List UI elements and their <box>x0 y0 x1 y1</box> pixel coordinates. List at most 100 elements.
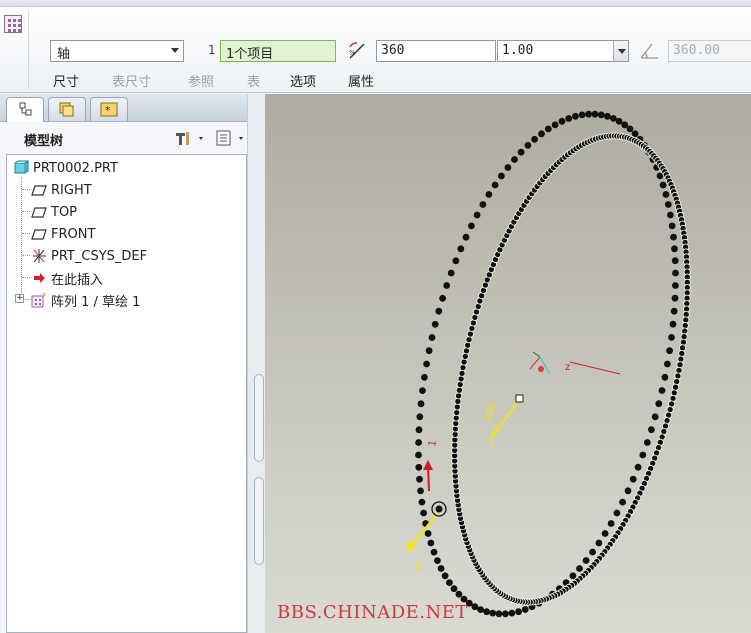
drag-handle[interactable] <box>515 394 524 403</box>
pattern-dot <box>464 341 472 349</box>
pattern-dot <box>450 585 458 593</box>
tree-item-front[interactable]: FRONT <box>31 224 95 244</box>
pattern-dot <box>419 387 426 394</box>
dim-label-360: 360 <box>482 401 499 423</box>
tab-folder-browser[interactable] <box>48 97 86 121</box>
csys-icon <box>31 248 47 264</box>
chevron-down-icon <box>171 48 179 53</box>
tab-model-tree[interactable] <box>6 97 44 122</box>
pattern-dot <box>423 360 430 368</box>
pattern-dot <box>483 608 490 616</box>
pattern-dot <box>515 608 522 616</box>
splitter-grip-upper[interactable] <box>254 374 264 462</box>
pattern-dot <box>431 320 439 328</box>
favorites-icon: * <box>100 102 118 117</box>
pattern-dashboard: 轴 1 1个项目 % 360 1.00 360.00 尺寸 表尺寸 参照 表 选… <box>0 7 751 93</box>
pattern-dot <box>675 366 683 374</box>
pattern-dot <box>659 181 667 189</box>
dim-label-1: 1 <box>427 439 439 447</box>
pattern-dot <box>582 557 590 564</box>
tree-item-part[interactable]: PRT0002.PRT <box>13 158 118 178</box>
pattern-dot <box>455 386 463 394</box>
pattern-dot <box>624 487 632 495</box>
pattern-dot <box>495 610 503 618</box>
pattern-dot <box>670 389 678 397</box>
pattern-dot <box>676 361 684 369</box>
pattern-dot <box>471 603 479 611</box>
pattern-type-select[interactable]: 轴 <box>50 40 184 62</box>
tree-connector <box>22 277 30 278</box>
model-tree-title: 模型树 <box>24 134 64 149</box>
pattern-dot <box>558 117 566 125</box>
tree-item-top[interactable]: TOP <box>31 202 77 222</box>
tree-connector <box>21 177 22 301</box>
pattern-dot <box>458 369 466 377</box>
pattern-dot <box>521 606 529 613</box>
tree-item-csys[interactable]: PRT_CSYS_DEF <box>31 246 147 266</box>
pattern-dot <box>485 191 493 198</box>
pattern-dot <box>671 383 679 391</box>
tree-settings-button[interactable] <box>174 128 208 148</box>
tab-table-dimensions[interactable]: 表尺寸 <box>112 71 151 90</box>
pattern-dot <box>677 355 685 363</box>
pattern-feature-icon <box>4 15 22 33</box>
pattern-dot <box>634 463 642 471</box>
pattern-dot <box>457 245 465 253</box>
insert-arrow-icon <box>31 270 47 286</box>
tree-show-button[interactable] <box>214 128 248 148</box>
dim-label-2: 2 <box>415 560 422 573</box>
model-tree: PRT0002.PRT RIGHT TOP FRONT PRT_CSYS_DEF… <box>6 154 247 633</box>
tab-properties[interactable]: 属性 <box>348 71 374 90</box>
expand-toggle-icon[interactable]: + <box>15 294 24 303</box>
outer-dot-ring <box>415 110 679 618</box>
tree-connector <box>22 211 30 212</box>
angle-increment-input[interactable]: 360 <box>376 40 496 62</box>
splitter-grip-lower[interactable] <box>254 477 264 565</box>
model-viewport[interactable]: z 360 1 2 <box>265 94 751 633</box>
pattern-dot <box>626 125 634 133</box>
pattern-dot <box>479 201 487 208</box>
pattern-dot <box>517 148 525 156</box>
pattern-dot <box>435 307 443 315</box>
quick-access-strip <box>0 0 751 7</box>
axis-reference-collector[interactable]: 1个项目 <box>220 40 336 62</box>
pattern-icon: * <box>31 292 47 308</box>
pattern-dot <box>670 233 677 241</box>
pattern-dot <box>434 557 441 564</box>
svg-text:%: % <box>349 49 356 57</box>
tab-dimensions[interactable]: 尺寸 <box>53 71 79 90</box>
pattern-dot <box>667 211 674 219</box>
tree-item-pattern[interactable]: * 阵列 1 / 草绘 1 <box>31 290 140 310</box>
tab-options[interactable]: 选项 <box>290 71 316 90</box>
pattern-dot <box>679 338 687 346</box>
pattern-dot <box>415 451 422 459</box>
pattern-dot <box>531 135 538 143</box>
tab-references[interactable]: 参照 <box>188 71 214 90</box>
scale-dropdown-button[interactable] <box>613 41 628 61</box>
pattern-dot <box>671 294 679 302</box>
model-tree-header: 模型树 <box>0 122 264 154</box>
pattern-dot <box>589 548 596 556</box>
pattern-dot <box>673 378 681 386</box>
pattern-dot <box>424 530 432 537</box>
tree-item-right[interactable]: RIGHT <box>31 180 92 200</box>
tab-favorites[interactable]: * <box>90 97 128 121</box>
scale-input[interactable]: 1.00 <box>497 40 629 62</box>
pattern-dot <box>662 191 670 198</box>
tab-table[interactable]: 表 <box>247 71 260 90</box>
pattern-dot <box>415 426 423 434</box>
tree-item-label: TOP <box>51 204 78 220</box>
pattern-dot <box>456 380 464 388</box>
tree-item-insert-here[interactable]: 在此插入 <box>31 268 103 288</box>
pattern-dot <box>427 539 435 547</box>
pattern-dot <box>629 475 637 483</box>
tree-item-label: PRT0002.PRT <box>33 160 118 176</box>
graphics-window[interactable]: z 360 1 2 BBS.CHINADE.NET <box>265 94 751 633</box>
pattern-dot <box>604 112 611 120</box>
pattern-dot <box>498 172 505 180</box>
pattern-dot <box>491 181 499 189</box>
pattern-dot <box>615 117 623 125</box>
pattern-dot <box>430 548 438 556</box>
pattern-dot <box>576 565 583 572</box>
pattern-dot <box>455 392 463 400</box>
